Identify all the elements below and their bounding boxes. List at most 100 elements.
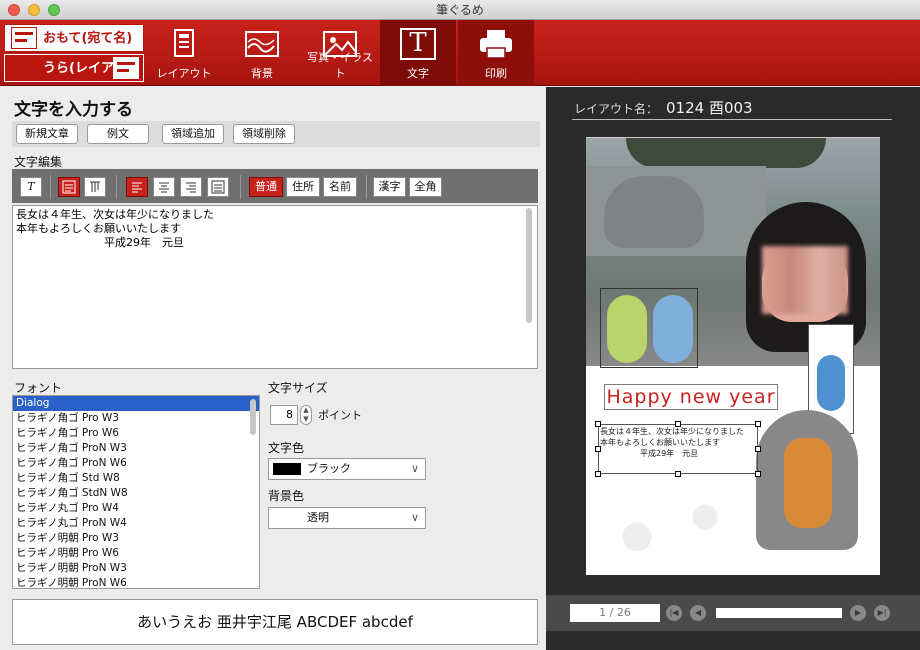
font-size-input[interactable]: 8 [270,405,298,425]
font-item[interactable]: Dialog [13,396,259,411]
tab-layout[interactable]: レイアウト [146,20,222,86]
resize-handle[interactable] [595,421,601,427]
app-window: 筆ぐるめ おもて(宛て名) うら(レイアウト) レイアウト 背景 写真・イラスト… [0,0,920,650]
bg-color-select[interactable]: 透明 ∨ [268,507,426,529]
message-textarea[interactable]: 長女は４年生、次女は年少になりました 本年もよろしくお願いいたします 平成29年… [12,205,538,369]
page-indicator[interactable]: 1 / 26 [570,604,660,622]
chevron-down-icon: ∨ [410,511,419,524]
side-back-button[interactable]: うら(レイアウト) [4,54,144,104]
add-region-button[interactable]: 領域追加 [162,124,224,144]
resize-handle[interactable] [675,421,681,427]
next-page-icon[interactable]: ▶ [850,605,866,621]
parakeet-illustration[interactable] [600,288,698,368]
tab-print-label: 印刷 [485,67,507,80]
font-list[interactable]: Dialog ヒラギノ角ゴ Pro W3 ヒラギノ角ゴ Pro W6 ヒラギノ角… [12,395,260,589]
layout-icon [174,29,194,57]
style-normal-button[interactable]: 普通 [249,177,283,197]
greeting-text[interactable]: Happy new year [604,384,778,410]
kanji-button[interactable]: 漢字 [373,177,406,197]
tab-text[interactable]: T 文字 [380,20,456,86]
tab-background-label: 背景 [251,67,273,80]
layout-preview-pane: レイアウト名： 0124 酉003 Happy new year 長女は４年生、… [546,87,920,650]
page-slider[interactable] [716,608,842,618]
tab-photo-illust[interactable]: 写真・イラスト [302,20,378,86]
main-toolbar: おもて(宛て名) うら(レイアウト) レイアウト 背景 写真・イラスト T 文字… [0,20,920,104]
font-item[interactable]: ヒラギノ明朝 Pro W3 [13,531,259,546]
tab-text-label: 文字 [407,67,429,80]
font-list-scrollbar[interactable] [250,399,256,435]
page-navigator: 1 / 26 |◀ ◀ ▶ ▶| [546,595,920,631]
color-swatch [273,463,301,475]
resize-handle[interactable] [755,471,761,477]
layout-name-value: 0124 酉003 [666,99,753,117]
horizontal-writing-icon[interactable] [58,177,80,197]
font-item[interactable]: ヒラギノ明朝 ProN W3 [13,561,259,576]
resize-handle[interactable] [675,471,681,477]
font-item[interactable]: ヒラギノ角ゴ Pro W3 [13,411,259,426]
layout-name: レイアウト名： 0124 酉003 [574,97,753,118]
font-item[interactable]: ヒラギノ角ゴ ProN W3 [13,441,259,456]
tab-layout-label: レイアウト [156,67,212,80]
new-text-button[interactable]: 新規文章 [16,124,78,144]
resize-handle[interactable] [755,446,761,452]
font-preview: あいうえお 亜井宇江尾 ABCDEF abcdef [12,599,538,645]
bg-color-label: 背景色 [268,489,305,503]
align-left-icon[interactable] [126,177,148,197]
close-button[interactable] [8,4,20,16]
text-color-value: ブラック [307,462,351,475]
text-icon: T [400,28,436,60]
textarea-scrollbar[interactable] [526,208,532,323]
font-item[interactable]: ヒラギノ角ゴ StdN W8 [13,486,259,501]
resize-handle[interactable] [595,446,601,452]
font-item[interactable]: ヒラギノ角ゴ ProN W6 [13,456,259,471]
text-edit-toolbar: T 普通 住所 名前 漢字 全角 [12,169,538,203]
fullwidth-button[interactable]: 全角 [409,177,442,197]
window-title: 筆ぐるめ [436,3,484,17]
minimize-button[interactable] [28,4,40,16]
font-item[interactable]: ヒラギノ明朝 ProN W6 [13,576,259,588]
page-title: 文字を入力する [14,100,133,120]
delete-region-button[interactable]: 領域削除 [233,124,295,144]
font-size-unit: ポイント [318,409,362,422]
first-page-icon[interactable]: |◀ [666,605,682,621]
layout-card-icon [113,57,139,79]
font-item[interactable]: ヒラギノ丸ゴ ProN W4 [13,516,259,531]
italic-icon[interactable]: T [20,177,42,197]
align-center-icon[interactable] [153,177,175,197]
style-name-button[interactable]: 名前 [323,177,357,197]
prev-page-icon[interactable]: ◀ [690,605,706,621]
example-text-button[interactable]: 例文 [87,124,149,144]
elephant-image [604,176,704,248]
justify-icon[interactable] [207,177,229,197]
last-page-icon[interactable]: ▶| [874,605,890,621]
zoom-button[interactable] [48,4,60,16]
font-item[interactable]: ヒラギノ角ゴ Pro W6 [13,426,259,441]
font-item[interactable]: ヒラギノ丸ゴ Pro W4 [13,501,259,516]
text-edit-label: 文字編集 [14,155,63,169]
font-size-stepper[interactable]: ▲ ▼ [300,405,312,425]
layout-name-label: レイアウト名： [574,102,659,116]
resize-handle[interactable] [595,471,601,477]
style-address-button[interactable]: 住所 [286,177,320,197]
font-item[interactable]: ヒラギノ明朝 Pro W6 [13,546,259,561]
chevron-down-icon: ∨ [410,462,419,475]
font-size-label: 文字サイズ [268,381,328,395]
side-front-button[interactable]: おもて(宛て名) [4,24,144,52]
address-card-icon [11,27,37,49]
background-icon [245,31,279,57]
text-color-select[interactable]: ブラック ∨ [268,458,426,480]
postcard-preview[interactable]: Happy new year 長女は４年生、次女は年少になりました 本年もよろし… [586,137,880,575]
align-right-icon[interactable] [180,177,202,197]
font-item[interactable]: ヒラギノ角ゴ Std W8 [13,471,259,486]
font-label: フォント [14,381,63,395]
text-color-label: 文字色 [268,441,305,455]
bg-color-value: 透明 [307,511,329,524]
vertical-writing-icon[interactable] [84,177,106,197]
tab-background[interactable]: 背景 [224,20,300,86]
printer-icon [480,30,512,59]
text-editor-pane: 文字を入力する 新規文章 例文 領域追加 領域削除 文字編集 T 普通 住所 名… [0,87,546,650]
card-message-text: 長女は４年生、次女は年少になりました 本年もよろしくお願いいたします 平成29年… [600,427,744,458]
tab-print[interactable]: 印刷 [458,20,534,86]
title-bar: 筆ぐるめ [0,0,920,20]
resize-handle[interactable] [755,421,761,427]
